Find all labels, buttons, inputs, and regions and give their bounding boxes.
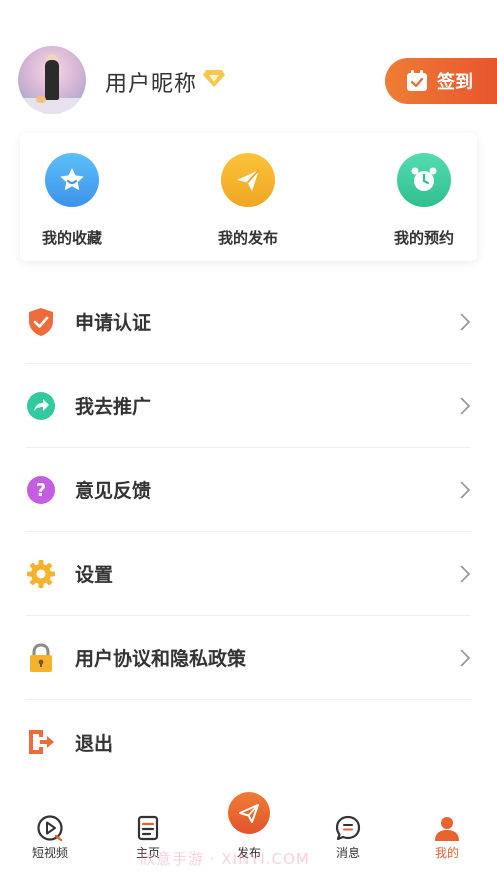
chevron-right-icon bbox=[460, 397, 471, 415]
menu-item-privacy[interactable]: 用户协议和隐私政策 bbox=[26, 616, 471, 700]
chevron-right-icon bbox=[460, 313, 471, 331]
bottom-tab-bar: 短视频 主页 发布 消息 我的 bbox=[0, 792, 497, 883]
lock-icon bbox=[30, 642, 52, 672]
document-icon bbox=[137, 815, 159, 841]
menu-label-promote: 我去推广 bbox=[75, 396, 152, 418]
chevron-right-icon bbox=[460, 481, 471, 499]
menu-label-settings: 设置 bbox=[75, 564, 114, 586]
favorites-circle bbox=[45, 153, 99, 207]
reservations-label: 我的预约 bbox=[393, 229, 454, 247]
menu-item-settings[interactable]: 设置 bbox=[26, 532, 471, 616]
posts-label: 我的发布 bbox=[217, 229, 278, 247]
gear-icon bbox=[27, 559, 55, 588]
quick-actions-card: 我的收藏 我的发布 我的预约 bbox=[20, 133, 477, 261]
shield-check-icon bbox=[29, 307, 53, 336]
logout-icon bbox=[29, 730, 54, 754]
watermark: 欣意手游 · XINYI.COM bbox=[140, 850, 310, 868]
share-arrow-icon bbox=[27, 391, 55, 420]
chevron-right-icon bbox=[460, 649, 471, 667]
reservations-circle bbox=[397, 153, 451, 207]
paper-plane-icon bbox=[239, 804, 259, 823]
signin-label: 签到 bbox=[437, 72, 473, 93]
favorites-label: 我的收藏 bbox=[41, 229, 102, 247]
star-icon bbox=[60, 168, 84, 191]
chevron-right-icon bbox=[460, 565, 471, 583]
calendar-icon bbox=[407, 70, 427, 91]
avatar[interactable] bbox=[18, 46, 86, 114]
tab-short-video[interactable]: 短视频 bbox=[15, 814, 85, 861]
menu-item-logout[interactable]: 退出 bbox=[26, 700, 471, 784]
menu-label-logout: 退出 bbox=[75, 732, 114, 755]
chat-icon bbox=[335, 815, 361, 841]
quick-item-reservations[interactable]: 我的预约 bbox=[369, 153, 479, 248]
video-play-icon bbox=[37, 815, 63, 842]
paper-plane-icon bbox=[237, 169, 260, 191]
vip-diamond-icon bbox=[203, 70, 225, 87]
settings-menu: 申请认证 我去推广 ? 意见反馈 设置 用户协议和隐私政策 退出 bbox=[0, 280, 497, 784]
nickname[interactable]: 用户昵称 bbox=[105, 66, 197, 98]
menu-label-privacy: 用户协议和隐私政策 bbox=[75, 648, 247, 670]
svg-text:?: ? bbox=[36, 480, 46, 501]
menu-item-feedback[interactable]: ? 意见反馈 bbox=[26, 448, 471, 532]
tab-label-short-video: 短视频 bbox=[31, 846, 68, 860]
tab-mine[interactable]: 我的 bbox=[412, 814, 482, 861]
menu-item-promote[interactable]: 我去推广 bbox=[26, 364, 471, 448]
alarm-clock-icon bbox=[411, 167, 437, 191]
menu-label-verification: 申请认证 bbox=[75, 312, 152, 334]
person-icon bbox=[435, 817, 459, 841]
quick-item-favorites[interactable]: 我的收藏 bbox=[17, 153, 127, 248]
quick-item-posts[interactable]: 我的发布 bbox=[193, 153, 303, 248]
posts-circle bbox=[221, 153, 275, 207]
tab-label-mine: 我的 bbox=[434, 846, 459, 860]
menu-item-verification[interactable]: 申请认证 bbox=[26, 280, 471, 364]
question-icon: ? bbox=[27, 475, 55, 504]
profile-header: 用户昵称 签到 bbox=[0, 40, 497, 125]
signin-button[interactable]: 签到 bbox=[385, 58, 497, 104]
publish-button[interactable] bbox=[228, 792, 270, 834]
menu-label-feedback: 意见反馈 bbox=[75, 480, 152, 502]
